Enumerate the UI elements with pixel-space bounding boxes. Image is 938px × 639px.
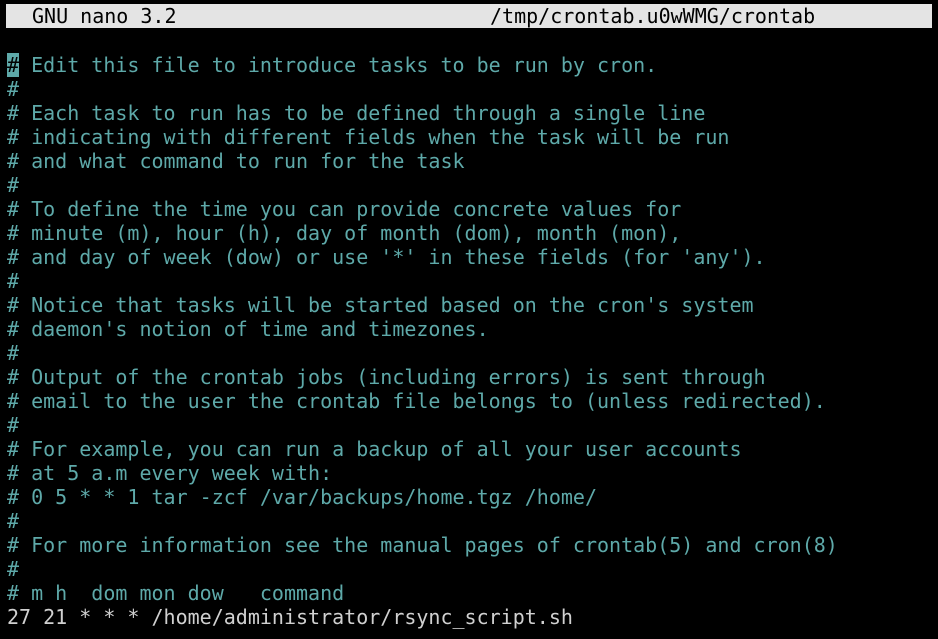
text-cursor[interactable]: #	[7, 53, 20, 77]
editor-area[interactable]: # Edit this file to introduce tasks to b…	[7, 53, 932, 605]
editor-line-23[interactable]: # m h dom mon dow command	[7, 581, 932, 605]
editor-line-3[interactable]: # Each task to run has to be defined thr…	[7, 101, 932, 125]
file-path: /tmp/crontab.u0wWMG/crontab	[490, 4, 816, 28]
editor-line-4[interactable]: # indicating with different fields when …	[7, 125, 932, 149]
editor-line-2[interactable]: #	[7, 77, 932, 101]
editor-line-10[interactable]: #	[7, 269, 932, 293]
editor-line-6[interactable]: #	[7, 173, 932, 197]
terminal-window: GNU nano 3.2 /tmp/crontab.u0wWMG/crontab…	[0, 0, 938, 639]
crontab-entry-line[interactable]: 27 21 * * * /home/administrator/rsync_sc…	[7, 605, 573, 629]
editor-line-8[interactable]: # minute (m), hour (h), day of month (do…	[7, 221, 932, 245]
editor-line-14[interactable]: # Output of the crontab jobs (including …	[7, 365, 932, 389]
editor-line-13[interactable]: #	[7, 341, 932, 365]
editor-line-5[interactable]: # and what command to run for the task	[7, 149, 932, 173]
editor-line-11[interactable]: # Notice that tasks will be started base…	[7, 293, 932, 317]
editor-line-17[interactable]: # For example, you can run a backup of a…	[7, 437, 932, 461]
editor-line-20[interactable]: #	[7, 509, 932, 533]
editor-line-21[interactable]: # For more information see the manual pa…	[7, 533, 932, 557]
editor-line-7[interactable]: # To define the time you can provide con…	[7, 197, 932, 221]
editor-line-1[interactable]: # Edit this file to introduce tasks to b…	[7, 53, 932, 77]
editor-line-9[interactable]: # and day of week (dow) or use '*' in th…	[7, 245, 932, 269]
editor-line-18[interactable]: # at 5 a.m every week with:	[7, 461, 932, 485]
editor-line-22[interactable]: #	[7, 557, 932, 581]
editor-line-12[interactable]: # daemon's notion of time and timezones.	[7, 317, 932, 341]
app-name: GNU nano 3.2	[32, 4, 177, 28]
editor-line-16[interactable]: #	[7, 413, 932, 437]
editor-line-15[interactable]: # email to the user the crontab file bel…	[7, 389, 932, 413]
nano-title-bar: GNU nano 3.2 /tmp/crontab.u0wWMG/crontab	[6, 4, 932, 28]
editor-line-19[interactable]: # 0 5 * * 1 tar -zcf /var/backups/home.t…	[7, 485, 932, 509]
line-text: Edit this file to introduce tasks to be …	[19, 53, 658, 77]
